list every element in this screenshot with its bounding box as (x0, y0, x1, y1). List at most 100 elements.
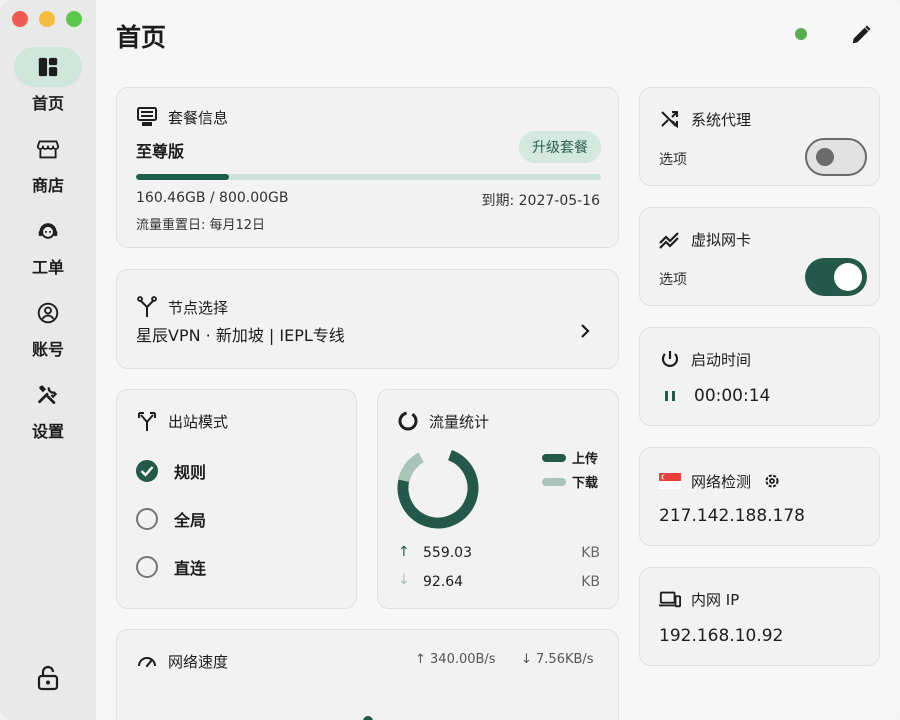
legend-download-swatch (542, 477, 566, 486)
connection-status-indicator (795, 28, 807, 40)
outbound-option-global[interactable]: 全局 (136, 507, 206, 531)
power-icon (659, 348, 681, 370)
node-value: 星辰VPN · 新加坡 | IEPL专线 (136, 326, 345, 345)
sidebar-item-label: 商店 (31, 176, 64, 195)
upload-unit: KB (581, 545, 600, 561)
upgrade-plan-button[interactable]: 升级套餐 (519, 131, 601, 163)
fork-icon (136, 296, 158, 318)
expiry-text: 到期: 2027-05-16 (481, 193, 600, 209)
route-icon (136, 410, 158, 432)
lock-icon (37, 665, 59, 691)
outbound-option-label: 直连 (174, 559, 207, 578)
sidebar: 首页 商店 工单 账号 设置 (0, 0, 96, 720)
outbound-option-label: 规则 (174, 463, 207, 482)
network-check-title: 网络检测 (691, 472, 752, 491)
speed-chart-point (363, 716, 373, 720)
tun-title: 虚拟网卡 (691, 230, 752, 249)
legend-download: 下载 (542, 472, 598, 491)
download-arrow-icon: ↓ (398, 572, 410, 588)
upload-arrow-icon: ↑ (398, 544, 410, 560)
network-speed-card: 网络速度 ↑ 340.00B/s ↓ 7.56KB/s (116, 629, 619, 720)
page-title: 首页 (116, 23, 167, 52)
speedometer-icon (136, 650, 158, 672)
outbound-card-title: 出站模式 (168, 412, 229, 431)
speed-card-title: 网络速度 (168, 652, 229, 671)
lock-button[interactable] (30, 660, 66, 696)
support-agent-icon (37, 220, 59, 242)
node-select-card[interactable]: 节点选择 星辰VPN · 新加坡 | IEPL专线 (116, 269, 619, 369)
devices-icon (659, 588, 681, 610)
trending-icon (659, 228, 681, 250)
download-speed: ↓ 7.56KB/s (521, 652, 594, 667)
tun-toggle[interactable] (805, 258, 867, 296)
lan-ip-title: 内网 IP (691, 590, 740, 609)
uptime-title: 启动时间 (691, 350, 752, 369)
sidebar-item-label: 工单 (31, 258, 64, 277)
minimize-window-button[interactable] (39, 11, 55, 27)
radio-unchecked-icon (136, 508, 158, 530)
sidebar-item-settings[interactable]: 设置 (0, 375, 96, 442)
download-arc (397, 447, 479, 529)
public-ip-value: 217.142.188.178 (659, 506, 806, 526)
pencil-icon (850, 24, 872, 46)
edit-button[interactable] (846, 20, 876, 50)
toggle-knob (834, 263, 862, 291)
tun-option-label: 选项 (659, 272, 687, 288)
download-unit: KB (581, 574, 600, 590)
sidebar-item-label: 设置 (31, 422, 64, 441)
gear-icon[interactable] (761, 470, 783, 492)
uptime-value: 00:00:14 (694, 386, 771, 406)
plan-name: 至尊版 (136, 142, 185, 161)
close-window-button[interactable] (12, 11, 28, 27)
tun-card: 虚拟网卡 选项 (639, 207, 880, 306)
lan-ip-card: 内网 IP 192.168.10.92 (639, 567, 880, 666)
node-card-title: 节点选择 (168, 298, 229, 317)
sidebar-item-label: 首页 (31, 94, 64, 113)
legend-upload: 上传 (542, 448, 598, 467)
download-value: 92.64 (423, 574, 464, 590)
dashboard-icon (37, 56, 59, 78)
traffic-stats-card: 流量统计 上传 下载 ↑ 559.03 KB ↓ 92.64 KB (377, 389, 619, 609)
sidebar-item-store[interactable]: 商店 (0, 129, 96, 196)
toggle-knob (816, 148, 834, 166)
outbound-mode-card: 出站模式 规则 全局 直连 (116, 389, 357, 609)
upload-speed: ↑ 340.00B/s (415, 652, 496, 667)
traffic-card-title: 流量统计 (429, 412, 490, 431)
lan-ip-value: 192.168.10.92 (659, 626, 784, 646)
legend-upload-label: 上传 (572, 452, 599, 467)
sidebar-item-home[interactable]: 首页 (0, 47, 96, 114)
shuffle-icon (659, 108, 681, 130)
radio-unchecked-icon (136, 556, 158, 578)
usage-progress-bar (136, 174, 601, 180)
legend-upload-swatch (542, 453, 566, 462)
uptime-card: 启动时间 00:00:14 (639, 327, 880, 426)
upload-value: 559.03 (423, 545, 472, 561)
system-proxy-option-label: 选项 (659, 152, 687, 168)
app-window: 首页 商店 工单 账号 设置 首页 套餐信息 至尊版 升级套餐 160.46GB… (0, 0, 900, 720)
store-icon (37, 138, 59, 160)
outbound-option-direct[interactable]: 直连 (136, 555, 206, 579)
system-proxy-toggle[interactable] (805, 138, 867, 176)
zoom-window-button[interactable] (66, 11, 82, 27)
sidebar-item-tickets[interactable]: 工单 (0, 211, 96, 278)
usage-text: 160.46GB / 800.00GB (136, 190, 289, 206)
plan-card: 套餐信息 至尊版 升级套餐 160.46GB / 800.00GB 到期: 20… (116, 87, 619, 248)
usage-progress-fill (136, 174, 230, 180)
sidebar-item-label: 账号 (31, 340, 64, 359)
radio-checked-icon (136, 460, 158, 482)
singapore-flag-icon (659, 470, 681, 492)
donut-chart-icon (397, 410, 419, 432)
account-circle-icon (37, 302, 59, 324)
tools-icon (37, 384, 59, 406)
sidebar-item-account[interactable]: 账号 (0, 293, 96, 360)
outbound-option-label: 全局 (174, 511, 207, 530)
legend-download-label: 下载 (572, 476, 599, 491)
traffic-donut-chart (397, 447, 479, 529)
chevron-right-icon (574, 320, 596, 342)
outbound-option-rule[interactable]: 规则 (136, 459, 206, 483)
pause-icon[interactable] (659, 385, 681, 407)
system-proxy-card: 系统代理 选项 (639, 87, 880, 186)
network-check-card: 网络检测 217.142.188.178 (639, 447, 880, 546)
system-proxy-title: 系统代理 (691, 110, 752, 129)
reset-day-text: 流量重置日: 每月12日 (136, 218, 266, 233)
